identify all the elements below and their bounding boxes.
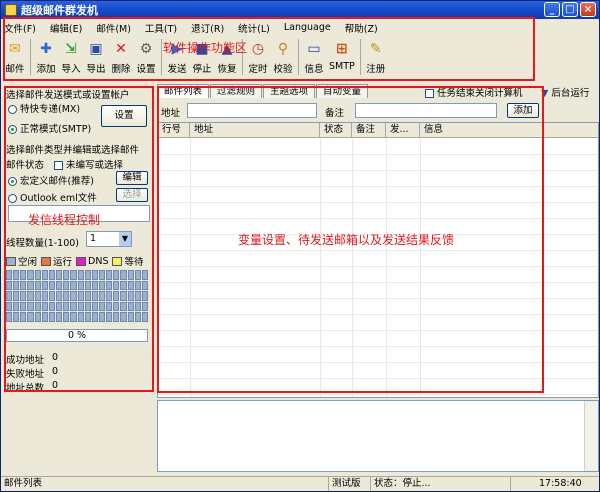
status-time: 17:58:40	[539, 478, 582, 489]
toolbar-annotation-box	[3, 17, 535, 81]
close-button[interactable]: ×	[580, 2, 596, 17]
window-title: 超级邮件群发机	[21, 4, 98, 17]
app-icon	[5, 4, 17, 16]
minimize-button[interactable]: _	[544, 2, 560, 17]
right-annotation-box	[157, 86, 544, 393]
background-run-link[interactable]: ▼ 后台运行	[541, 85, 589, 99]
status-view: 邮件列表	[1, 477, 329, 491]
background-run-label: 后台运行	[551, 88, 590, 99]
left-annotation-box	[4, 86, 154, 392]
grid-line	[158, 394, 598, 395]
log-scrollbar[interactable]	[584, 401, 598, 471]
status-bar: 邮件列表 测试版 状态：停止... 17:58:40	[1, 476, 599, 491]
toolbar-annotation: 软件操作功能区	[163, 41, 248, 55]
status-edition: 测试版	[329, 477, 371, 491]
log-area[interactable]	[157, 400, 599, 472]
main-window: 超级邮件群发机 _ □ × 文件(F) 编辑(E) 邮件(M) 工具(T) 退订…	[0, 0, 600, 492]
status-state: 状态：停止...	[371, 477, 511, 491]
maximize-button[interactable]: □	[562, 2, 578, 17]
